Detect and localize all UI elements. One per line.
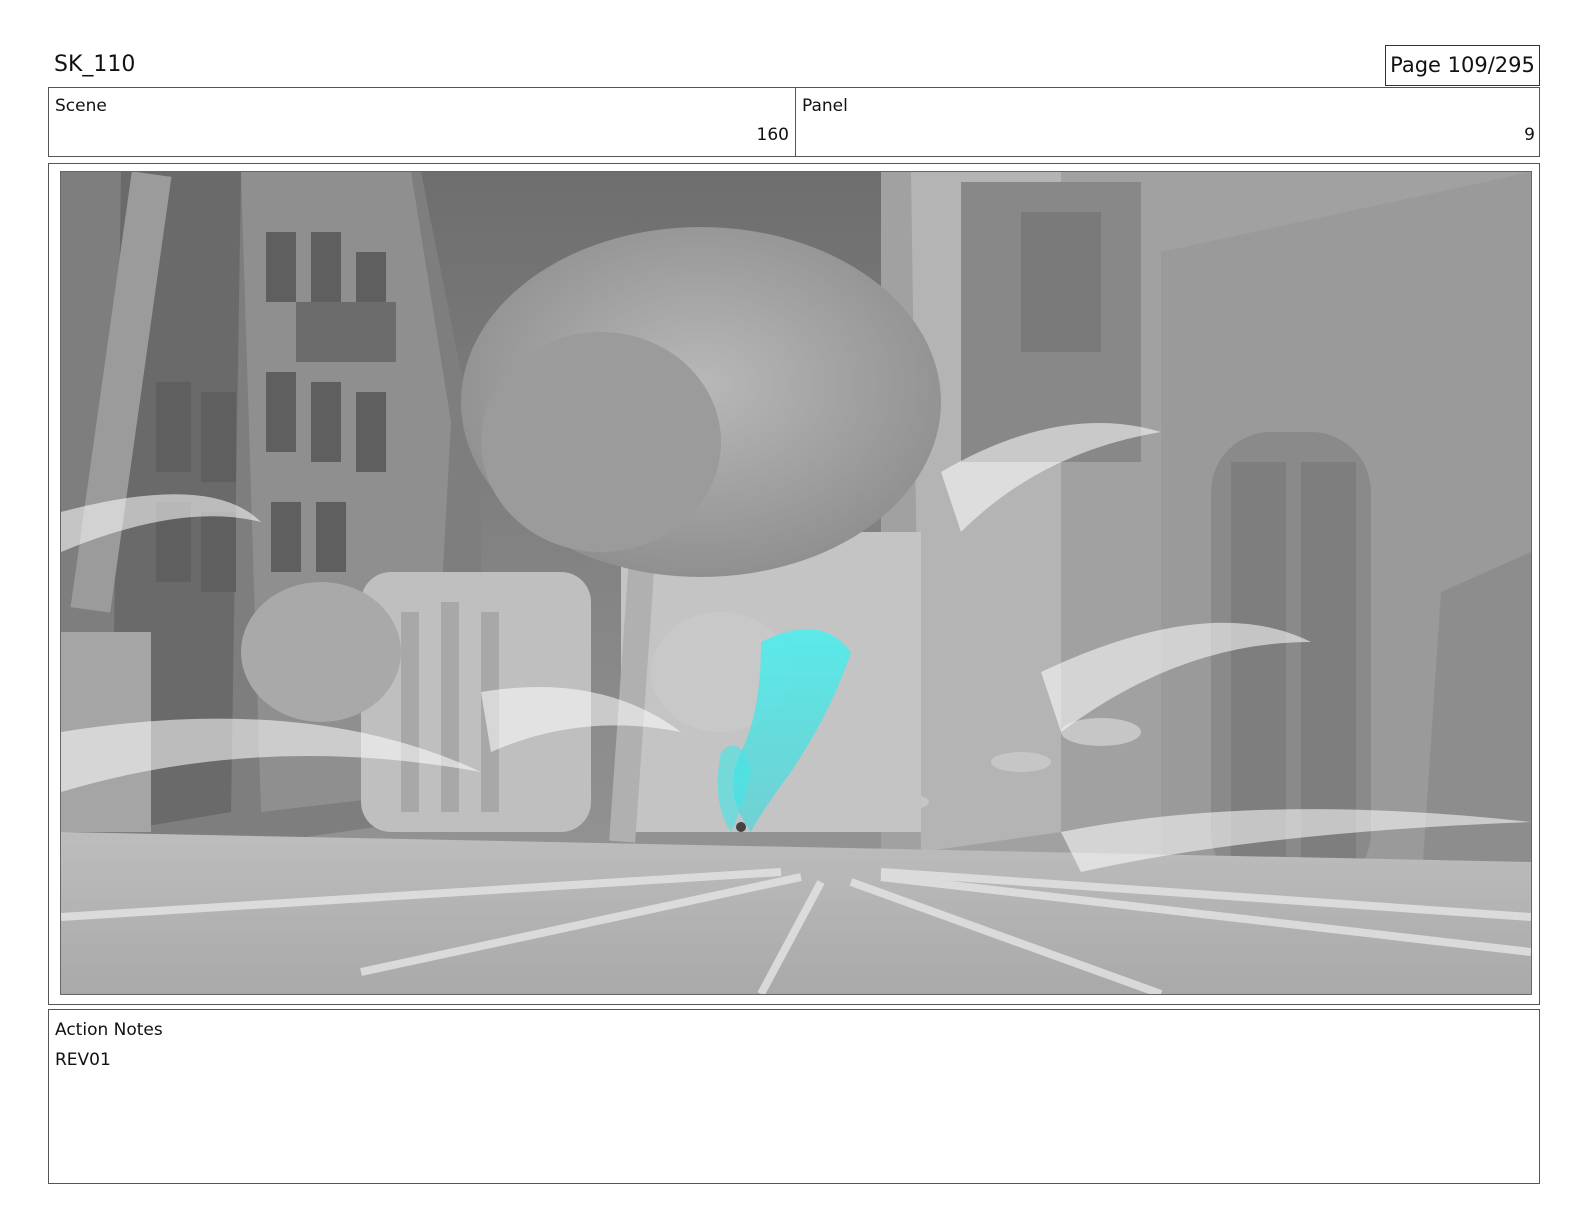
action-notes-text: REV01 [55, 1050, 111, 1070]
sheet-title: SK_110 [54, 52, 136, 77]
panel-frame [48, 163, 1540, 1005]
scene-label: Scene [55, 96, 107, 116]
action-notes-label: Action Notes [55, 1020, 163, 1040]
info-row: Scene 160 Panel 9 [48, 87, 1540, 157]
panel-value: 9 [1524, 125, 1535, 145]
scene-cell: Scene 160 [49, 88, 796, 156]
character-silhouette [736, 822, 746, 832]
panel-cell: Panel 9 [796, 88, 1541, 156]
page-number: Page 109/295 [1385, 45, 1540, 86]
scene-value: 160 [756, 125, 789, 145]
panel-label: Panel [802, 96, 848, 116]
storyboard-image [60, 171, 1532, 995]
action-notes-box: Action Notes REV01 [48, 1009, 1540, 1184]
